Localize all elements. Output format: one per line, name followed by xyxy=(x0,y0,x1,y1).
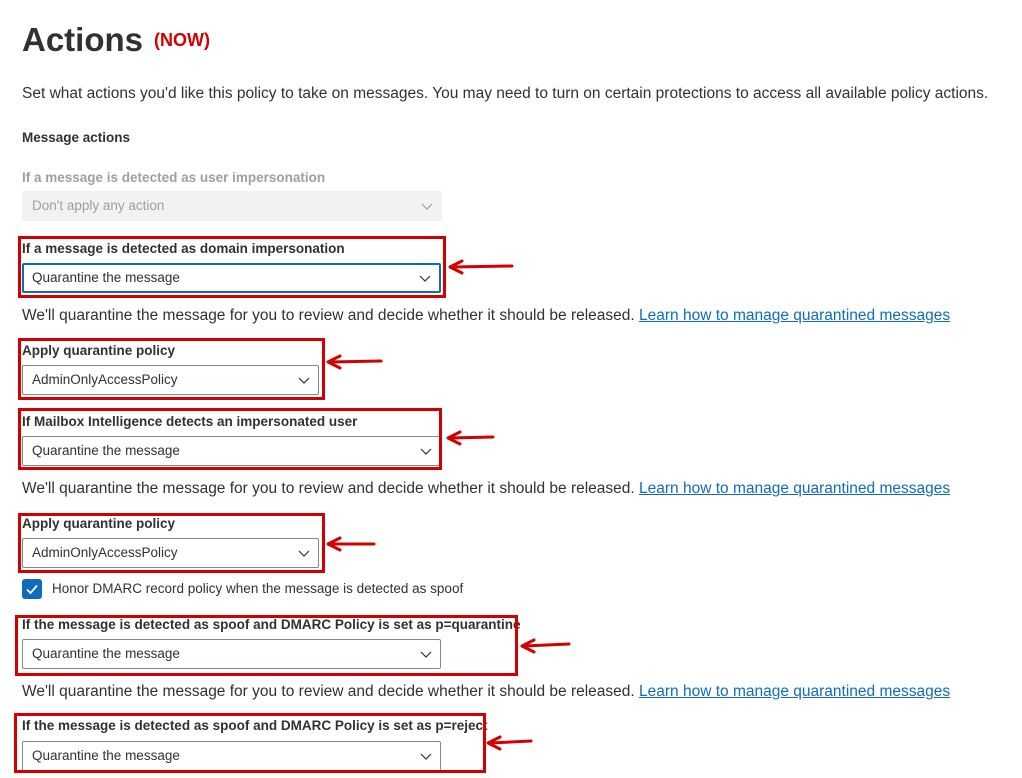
arrow-left-icon xyxy=(326,536,376,552)
annotation-arrows xyxy=(326,259,571,751)
arrow-left-icon xyxy=(520,638,571,654)
arrow-left-icon xyxy=(448,259,514,275)
arrow-left-icon xyxy=(486,735,533,751)
arrow-left-icon xyxy=(446,430,495,446)
arrow-left-icon xyxy=(326,354,383,370)
